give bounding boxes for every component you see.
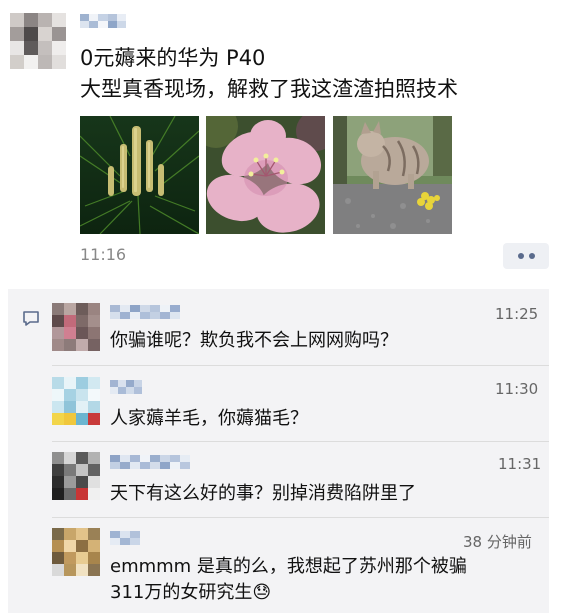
comment-divider: [52, 365, 549, 366]
comment-text-line-2: 311万的女研究生😓: [110, 581, 271, 605]
comment-time: 38 分钟前: [463, 533, 532, 551]
comment-divider: [52, 517, 549, 518]
commenter-name[interactable]: [110, 305, 180, 319]
post-text-line-1: 0元薅来的华为 P40: [80, 46, 266, 70]
commenter-name[interactable]: [110, 531, 140, 545]
post-time: 11:16: [80, 245, 127, 264]
comment-time: 11:31: [498, 455, 542, 473]
comments-panel: 11:25 你骗谁呢？欺负我不会上网网购吗？ 11:30 人家薅羊毛，你薅猫毛？…: [8, 289, 549, 613]
commenter-name[interactable]: [110, 455, 190, 469]
comment-divider: [52, 441, 549, 442]
comment-icon: [22, 310, 40, 328]
comment-time: 11:30: [495, 380, 539, 398]
post-text-line-2: 大型真香现场，解救了我这渣渣拍照技术: [80, 77, 458, 101]
commenter-avatar[interactable]: [52, 452, 100, 500]
sweat-emoji-icon: 😓: [252, 582, 272, 603]
comment-text: 你骗谁呢？欺负我不会上网网购吗？: [110, 330, 398, 351]
comment-text-line-2-text: 311万的女研究生: [110, 582, 253, 603]
poster-name[interactable]: [80, 14, 126, 28]
cat-on-stone-photo[interactable]: [333, 116, 452, 234]
comment-time: 11:25: [495, 305, 539, 323]
commenter-avatar[interactable]: [52, 303, 100, 351]
more-dots-icon[interactable]: [503, 243, 549, 269]
commenter-avatar[interactable]: [52, 377, 100, 425]
comment-text-line-1: emmmm 是真的么，我想起了苏州那个被骗: [110, 556, 467, 577]
commenter-avatar[interactable]: [52, 528, 100, 576]
comment-text: 人家薅羊毛，你薅猫毛？: [110, 408, 308, 429]
poster-avatar[interactable]: [10, 13, 66, 69]
pink-blossom-photo[interactable]: [206, 116, 325, 234]
pine-sprouts-photo[interactable]: [80, 116, 199, 234]
comment-text: 天下有这么好的事？别掉消费陷阱里了: [110, 483, 416, 504]
commenter-name[interactable]: [110, 380, 142, 394]
